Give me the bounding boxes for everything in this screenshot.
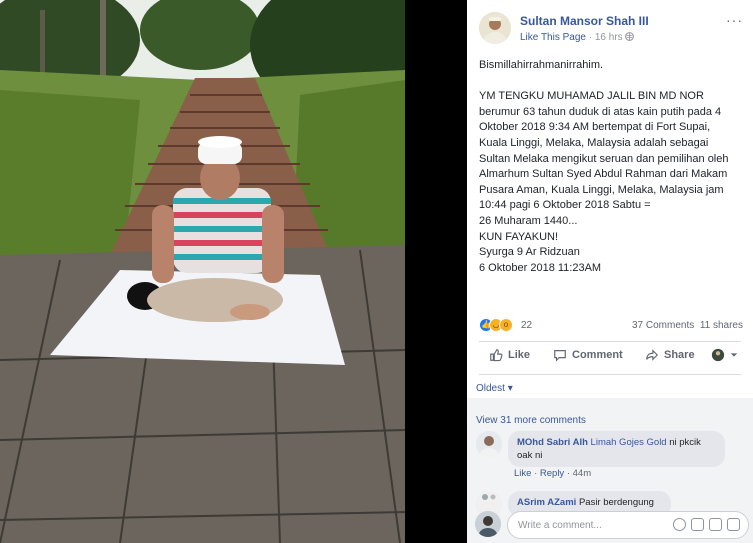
photo-viewer: Sultan Mansor Shah III Like This Page · …: [0, 0, 753, 543]
caret-down-icon: ▾: [507, 383, 513, 394]
like-page-link[interactable]: Like This Page: [520, 32, 586, 43]
commenter-avatar-image: [476, 431, 502, 457]
post-line: 26 Muharam 1440...: [479, 214, 578, 227]
post-line: Bismillahirrahmanirrahim.: [479, 59, 604, 71]
reaction-count[interactable]: 22: [521, 320, 532, 331]
comment-time[interactable]: 44m: [573, 468, 591, 479]
post-line: Sultan Melaka mengikut seruan dan pemili…: [479, 152, 729, 165]
comments-section: View 31 more comments MOhd Sabri Alh Lim…: [467, 398, 753, 543]
reactions-bar: 👍 ◡ o 22 37 Comments 11 shares: [479, 318, 743, 334]
meta-separator: ·: [566, 468, 570, 479]
comment-composer: [507, 511, 749, 539]
camera-icon[interactable]: [691, 518, 704, 531]
share-button-label: Share: [664, 349, 695, 361]
post-actions: Like Comment Share: [479, 344, 743, 372]
post-line: Syurga 9 Ar Ridzuan: [479, 246, 580, 259]
comment-text: oak ni: [517, 450, 543, 461]
post-line: 10:44 pagi 6 Oktober 2018 Sabtu =: [479, 199, 651, 212]
reaction-audience-selector[interactable]: [711, 348, 738, 362]
profile-avatar-icon: [711, 348, 725, 362]
share-icon: [646, 349, 659, 361]
thumbs-up-icon: [490, 349, 503, 362]
page-name-link[interactable]: Sultan Mansor Shah III: [520, 14, 649, 28]
post-message: Bismillahirrahmanirrahim. YM TENGKU MUHA…: [479, 58, 747, 276]
post-line: KUN FAYAKUN!: [479, 230, 559, 243]
comment-author-link[interactable]: ASrim AZami: [517, 497, 576, 508]
post-meta: Like This Page · 16 hrs: [520, 32, 635, 43]
emoji-icon[interactable]: [673, 518, 686, 531]
post-line: YM TENGKU MUHAMAD JALIL BIN MD NOR: [479, 90, 704, 103]
current-user-avatar-image: [475, 511, 501, 537]
comment-button-label: Comment: [572, 349, 623, 361]
page-avatar[interactable]: [479, 12, 511, 44]
post-line: Almarhum Sultan Syed Abdul Rahman dari M…: [479, 168, 728, 181]
post-timestamp[interactable]: 16 hrs: [595, 32, 623, 43]
comment-meta: Like · Reply · 44m: [514, 468, 591, 479]
post-header: Sultan Mansor Shah III Like This Page · …: [479, 12, 749, 48]
photo-scene: [0, 0, 405, 543]
composer-icons: [673, 518, 740, 531]
post-line: 6 Oktober 2018 11:23AM: [479, 261, 602, 274]
comment-text: ni pkcik: [666, 437, 701, 448]
comment-icon: [554, 350, 566, 362]
comment-bubble: MOhd Sabri Alh Limah Gojes Gold ni pkcik…: [508, 431, 725, 467]
post-line-gap: [479, 74, 747, 90]
current-user-avatar: [475, 511, 501, 537]
post-sidebar: Sultan Mansor Shah III Like This Page · …: [467, 0, 753, 543]
divider: [479, 374, 741, 375]
comment-text: Pasir berdengung: [576, 497, 654, 508]
comments-shares: 37 Comments 11 shares: [632, 320, 743, 331]
meta-separator: ·: [588, 32, 593, 43]
post-line: Pusara Aman, Kuala Linggi, Melaka, Malay…: [479, 183, 724, 196]
comment-button[interactable]: Comment: [553, 348, 623, 362]
comment-like-link[interactable]: Like: [514, 468, 531, 479]
wow-icon: o: [499, 318, 513, 332]
comment-mention-link[interactable]: Limah Gojes Gold: [591, 437, 667, 448]
shares-count-link[interactable]: 11 shares: [700, 320, 743, 331]
comment-sort-label: Oldest: [476, 383, 505, 394]
post-line: berumur 63 tahun duduk di atas kain puti…: [479, 105, 722, 118]
comment-input[interactable]: [518, 518, 668, 532]
divider: [479, 341, 741, 342]
gif-icon[interactable]: [709, 518, 722, 531]
share-button[interactable]: Share: [645, 348, 695, 362]
post-photo[interactable]: [0, 0, 405, 543]
globe-icon: [625, 32, 635, 43]
caret-down-icon: [730, 353, 738, 357]
comment-sort-dropdown[interactable]: Oldest ▾: [476, 383, 513, 394]
comment-reply-link[interactable]: Reply: [540, 468, 564, 479]
like-button-label: Like: [508, 349, 531, 361]
post-line: Kuala Linggi, Melaka, Malaysia adalah se…: [479, 136, 709, 149]
viewer-gap: [405, 0, 467, 543]
sticker-icon[interactable]: [727, 518, 740, 531]
page-avatar-image: [479, 12, 511, 44]
more-options-icon[interactable]: ···: [726, 12, 743, 28]
meta-separator: ·: [534, 468, 538, 479]
like-button[interactable]: Like: [489, 348, 530, 362]
reaction-icons[interactable]: 👍 ◡ o: [479, 318, 519, 334]
comments-count-link[interactable]: 37 Comments: [632, 320, 694, 331]
commenter-avatar[interactable]: [476, 431, 502, 457]
comment-author-link[interactable]: MOhd Sabri Alh: [517, 437, 588, 448]
post-line: Oktober 2018 9:34 AM bertempat di Fort S…: [479, 121, 711, 134]
view-more-comments-link[interactable]: View 31 more comments: [476, 415, 586, 426]
